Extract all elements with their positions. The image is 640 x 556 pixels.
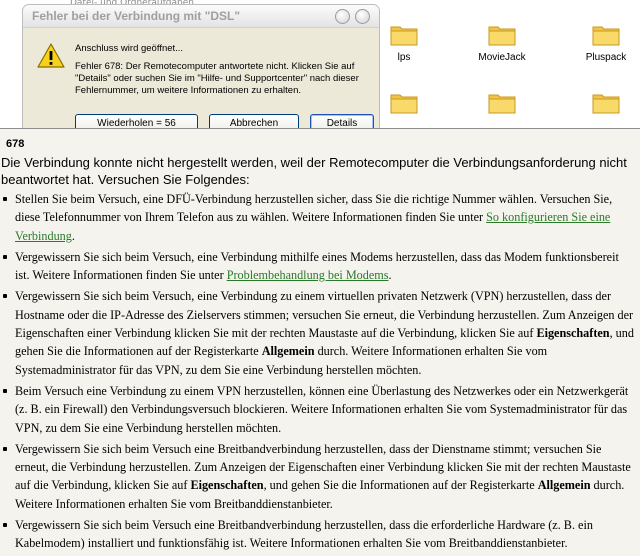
- details-button[interactable]: Details: [310, 114, 374, 128]
- folder-icon: [488, 26, 516, 46]
- list-item: Vergewissern Sie sich beim Versuch, eine…: [0, 248, 634, 285]
- folder-icon: [592, 26, 620, 46]
- list-item: Stellen Sie beim Versuch, eine DFÜ-Verbi…: [0, 190, 634, 245]
- screen-top: Datei- und Ordneraufgaben lps MovieJack …: [0, 0, 640, 128]
- status-message: Anschluss wird geöffnet...: [75, 43, 184, 54]
- bullet-icon: [3, 446, 7, 451]
- bold-properties: Eigenschaften: [190, 478, 264, 493]
- desktop-folder[interactable]: [462, 90, 542, 114]
- bullet-text-mid: , und gehen Sie die Informationen auf de…: [263, 478, 538, 493]
- help-popup: 678 Die Verbindung konnte nicht hergeste…: [0, 128, 640, 556]
- bullet-text: Beim Versuch eine Verbindung zu einem VP…: [15, 383, 629, 435]
- bullet-icon: [3, 254, 7, 259]
- link-modem-troubleshooting[interactable]: Problembehandlung bei Modems: [227, 268, 389, 282]
- folder-label: MovieJack: [478, 52, 526, 63]
- folder-icon: [390, 94, 418, 114]
- list-item: Vergewissern Sie sich beim Versuch eine …: [0, 516, 634, 553]
- bullet-text: Vergewissern Sie sich beim Versuch eine …: [15, 518, 593, 551]
- folder-label: Pluspack: [585, 52, 627, 63]
- desktop-folder[interactable]: [566, 90, 640, 114]
- folder-icon: [592, 94, 620, 114]
- cancel-button[interactable]: Abbrechen: [209, 114, 299, 128]
- bold-properties: Eigenschaften: [536, 326, 610, 341]
- folder-icon: [390, 26, 418, 46]
- connection-error-dialog: Fehler bei der Verbindung mit "DSL" Ansc…: [22, 4, 380, 128]
- help-intro: Die Verbindung konnte nicht hergestellt …: [1, 155, 627, 187]
- error-code-heading: 678: [6, 138, 25, 150]
- bullet-icon: [3, 523, 7, 528]
- bold-general: Allgemein: [537, 478, 591, 493]
- list-item: Vergewissern Sie sich beim Versuch eine …: [0, 440, 634, 513]
- dialog-title: Fehler bei der Verbindung mit "DSL": [32, 9, 241, 23]
- desktop-folder-moviejack[interactable]: MovieJack: [462, 22, 542, 63]
- list-item: Vergewissern Sie sich beim Versuch, eine…: [0, 287, 634, 378]
- dialog-titlebar[interactable]: Fehler bei der Verbindung mit "DSL": [23, 5, 379, 28]
- list-item: Beim Versuch eine Verbindung zu einem VP…: [0, 382, 634, 437]
- desktop-area: lps MovieJack Pluspack: [382, 0, 640, 128]
- desktop-folder-pluspack[interactable]: Pluspack: [566, 22, 640, 63]
- bold-general: Allgemein: [261, 344, 315, 359]
- help-icon[interactable]: [335, 9, 350, 24]
- bullet-icon: [3, 388, 7, 393]
- bullet-text-end: .: [388, 268, 392, 283]
- bullet-icon: [3, 294, 7, 299]
- bullet-text-end: .: [71, 228, 75, 243]
- help-bullet-list: Stellen Sie beim Versuch, eine DFÜ-Verbi…: [0, 190, 634, 556]
- folder-icon: [488, 94, 516, 114]
- warning-icon: [37, 43, 65, 68]
- redial-button[interactable]: Wiederholen = 56: [75, 114, 198, 128]
- close-icon[interactable]: [355, 9, 370, 24]
- error-message: Fehler 678: Der Remotecomputer antwortet…: [75, 61, 359, 96]
- bullet-icon: [3, 197, 7, 201]
